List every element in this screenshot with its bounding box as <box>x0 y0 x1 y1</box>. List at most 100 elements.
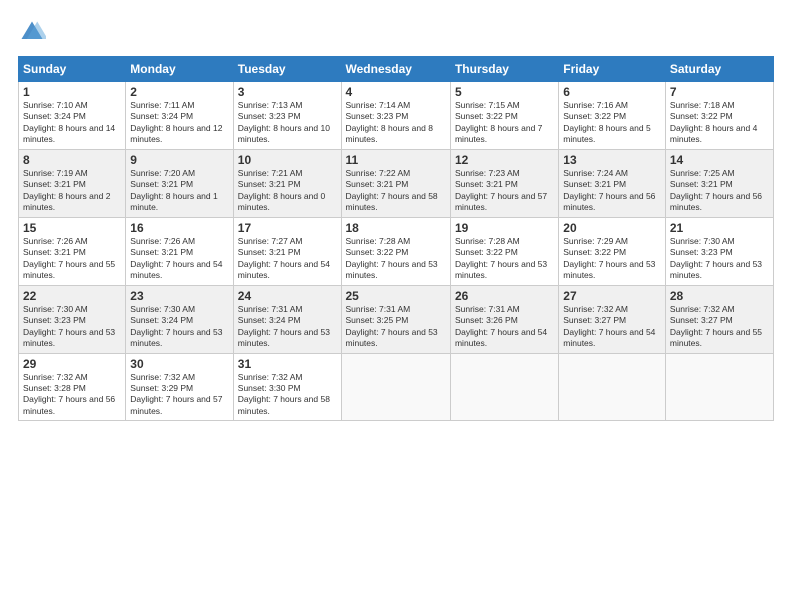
day-number: 26 <box>455 289 554 303</box>
calendar-cell: 7Sunrise: 7:18 AMSunset: 3:22 PMDaylight… <box>665 82 773 150</box>
calendar-cell: 8Sunrise: 7:19 AMSunset: 3:21 PMDaylight… <box>19 149 126 217</box>
day-number: 1 <box>23 85 121 99</box>
calendar: SundayMondayTuesdayWednesdayThursdayFrid… <box>18 56 774 421</box>
page: SundayMondayTuesdayWednesdayThursdayFrid… <box>0 0 792 612</box>
day-info: Sunrise: 7:27 AMSunset: 3:21 PMDaylight:… <box>238 236 337 282</box>
day-number: 4 <box>346 85 446 99</box>
day-number: 8 <box>23 153 121 167</box>
day-info: Sunrise: 7:23 AMSunset: 3:21 PMDaylight:… <box>455 168 554 214</box>
day-number: 7 <box>670 85 769 99</box>
day-info: Sunrise: 7:31 AMSunset: 3:24 PMDaylight:… <box>238 304 337 350</box>
day-of-week-friday: Friday <box>559 57 666 82</box>
day-info: Sunrise: 7:22 AMSunset: 3:21 PMDaylight:… <box>346 168 446 214</box>
day-info: Sunrise: 7:26 AMSunset: 3:21 PMDaylight:… <box>130 236 228 282</box>
day-number: 28 <box>670 289 769 303</box>
calendar-week-1: 8Sunrise: 7:19 AMSunset: 3:21 PMDaylight… <box>19 149 774 217</box>
calendar-cell: 4Sunrise: 7:14 AMSunset: 3:23 PMDaylight… <box>341 82 450 150</box>
day-number: 13 <box>563 153 661 167</box>
calendar-week-2: 15Sunrise: 7:26 AMSunset: 3:21 PMDayligh… <box>19 217 774 285</box>
day-of-week-monday: Monday <box>126 57 233 82</box>
calendar-cell: 29Sunrise: 7:32 AMSunset: 3:28 PMDayligh… <box>19 353 126 421</box>
day-number: 30 <box>130 357 228 371</box>
day-number: 11 <box>346 153 446 167</box>
calendar-cell: 31Sunrise: 7:32 AMSunset: 3:30 PMDayligh… <box>233 353 341 421</box>
logo <box>18 18 50 46</box>
calendar-cell: 26Sunrise: 7:31 AMSunset: 3:26 PMDayligh… <box>450 285 558 353</box>
day-info: Sunrise: 7:18 AMSunset: 3:22 PMDaylight:… <box>670 100 769 146</box>
day-number: 16 <box>130 221 228 235</box>
day-number: 9 <box>130 153 228 167</box>
day-number: 19 <box>455 221 554 235</box>
calendar-cell: 5Sunrise: 7:15 AMSunset: 3:22 PMDaylight… <box>450 82 558 150</box>
calendar-cell <box>450 353 558 421</box>
day-of-week-wednesday: Wednesday <box>341 57 450 82</box>
calendar-cell: 14Sunrise: 7:25 AMSunset: 3:21 PMDayligh… <box>665 149 773 217</box>
day-info: Sunrise: 7:28 AMSunset: 3:22 PMDaylight:… <box>346 236 446 282</box>
calendar-cell: 10Sunrise: 7:21 AMSunset: 3:21 PMDayligh… <box>233 149 341 217</box>
calendar-cell <box>341 353 450 421</box>
day-info: Sunrise: 7:32 AMSunset: 3:29 PMDaylight:… <box>130 372 228 418</box>
day-number: 17 <box>238 221 337 235</box>
day-info: Sunrise: 7:14 AMSunset: 3:23 PMDaylight:… <box>346 100 446 146</box>
day-info: Sunrise: 7:32 AMSunset: 3:30 PMDaylight:… <box>238 372 337 418</box>
day-of-week-thursday: Thursday <box>450 57 558 82</box>
header <box>18 18 774 46</box>
calendar-cell: 13Sunrise: 7:24 AMSunset: 3:21 PMDayligh… <box>559 149 666 217</box>
calendar-cell <box>665 353 773 421</box>
calendar-week-4: 29Sunrise: 7:32 AMSunset: 3:28 PMDayligh… <box>19 353 774 421</box>
day-info: Sunrise: 7:25 AMSunset: 3:21 PMDaylight:… <box>670 168 769 214</box>
day-of-week-tuesday: Tuesday <box>233 57 341 82</box>
calendar-cell: 28Sunrise: 7:32 AMSunset: 3:27 PMDayligh… <box>665 285 773 353</box>
day-number: 25 <box>346 289 446 303</box>
day-number: 18 <box>346 221 446 235</box>
day-number: 21 <box>670 221 769 235</box>
calendar-cell: 24Sunrise: 7:31 AMSunset: 3:24 PMDayligh… <box>233 285 341 353</box>
day-number: 29 <box>23 357 121 371</box>
day-info: Sunrise: 7:30 AMSunset: 3:23 PMDaylight:… <box>670 236 769 282</box>
day-info: Sunrise: 7:10 AMSunset: 3:24 PMDaylight:… <box>23 100 121 146</box>
day-info: Sunrise: 7:30 AMSunset: 3:23 PMDaylight:… <box>23 304 121 350</box>
calendar-cell: 22Sunrise: 7:30 AMSunset: 3:23 PMDayligh… <box>19 285 126 353</box>
day-info: Sunrise: 7:13 AMSunset: 3:23 PMDaylight:… <box>238 100 337 146</box>
calendar-header-row: SundayMondayTuesdayWednesdayThursdayFrid… <box>19 57 774 82</box>
day-info: Sunrise: 7:19 AMSunset: 3:21 PMDaylight:… <box>23 168 121 214</box>
day-number: 15 <box>23 221 121 235</box>
calendar-cell: 16Sunrise: 7:26 AMSunset: 3:21 PMDayligh… <box>126 217 233 285</box>
calendar-cell: 27Sunrise: 7:32 AMSunset: 3:27 PMDayligh… <box>559 285 666 353</box>
day-info: Sunrise: 7:32 AMSunset: 3:27 PMDaylight:… <box>563 304 661 350</box>
calendar-cell: 11Sunrise: 7:22 AMSunset: 3:21 PMDayligh… <box>341 149 450 217</box>
day-info: Sunrise: 7:30 AMSunset: 3:24 PMDaylight:… <box>130 304 228 350</box>
calendar-cell: 9Sunrise: 7:20 AMSunset: 3:21 PMDaylight… <box>126 149 233 217</box>
day-of-week-sunday: Sunday <box>19 57 126 82</box>
day-number: 22 <box>23 289 121 303</box>
calendar-week-3: 22Sunrise: 7:30 AMSunset: 3:23 PMDayligh… <box>19 285 774 353</box>
calendar-cell: 17Sunrise: 7:27 AMSunset: 3:21 PMDayligh… <box>233 217 341 285</box>
day-of-week-saturday: Saturday <box>665 57 773 82</box>
day-info: Sunrise: 7:26 AMSunset: 3:21 PMDaylight:… <box>23 236 121 282</box>
day-number: 5 <box>455 85 554 99</box>
calendar-cell: 15Sunrise: 7:26 AMSunset: 3:21 PMDayligh… <box>19 217 126 285</box>
day-number: 6 <box>563 85 661 99</box>
day-info: Sunrise: 7:24 AMSunset: 3:21 PMDaylight:… <box>563 168 661 214</box>
day-info: Sunrise: 7:31 AMSunset: 3:26 PMDaylight:… <box>455 304 554 350</box>
day-number: 2 <box>130 85 228 99</box>
calendar-cell: 19Sunrise: 7:28 AMSunset: 3:22 PMDayligh… <box>450 217 558 285</box>
day-info: Sunrise: 7:15 AMSunset: 3:22 PMDaylight:… <box>455 100 554 146</box>
calendar-cell: 20Sunrise: 7:29 AMSunset: 3:22 PMDayligh… <box>559 217 666 285</box>
logo-icon <box>18 18 46 46</box>
day-info: Sunrise: 7:21 AMSunset: 3:21 PMDaylight:… <box>238 168 337 214</box>
calendar-cell <box>559 353 666 421</box>
day-info: Sunrise: 7:20 AMSunset: 3:21 PMDaylight:… <box>130 168 228 214</box>
calendar-cell: 18Sunrise: 7:28 AMSunset: 3:22 PMDayligh… <box>341 217 450 285</box>
day-info: Sunrise: 7:31 AMSunset: 3:25 PMDaylight:… <box>346 304 446 350</box>
day-info: Sunrise: 7:11 AMSunset: 3:24 PMDaylight:… <box>130 100 228 146</box>
calendar-cell: 1Sunrise: 7:10 AMSunset: 3:24 PMDaylight… <box>19 82 126 150</box>
day-info: Sunrise: 7:32 AMSunset: 3:28 PMDaylight:… <box>23 372 121 418</box>
calendar-cell: 25Sunrise: 7:31 AMSunset: 3:25 PMDayligh… <box>341 285 450 353</box>
day-number: 3 <box>238 85 337 99</box>
calendar-cell: 3Sunrise: 7:13 AMSunset: 3:23 PMDaylight… <box>233 82 341 150</box>
calendar-cell: 6Sunrise: 7:16 AMSunset: 3:22 PMDaylight… <box>559 82 666 150</box>
calendar-cell: 2Sunrise: 7:11 AMSunset: 3:24 PMDaylight… <box>126 82 233 150</box>
day-info: Sunrise: 7:28 AMSunset: 3:22 PMDaylight:… <box>455 236 554 282</box>
day-number: 27 <box>563 289 661 303</box>
